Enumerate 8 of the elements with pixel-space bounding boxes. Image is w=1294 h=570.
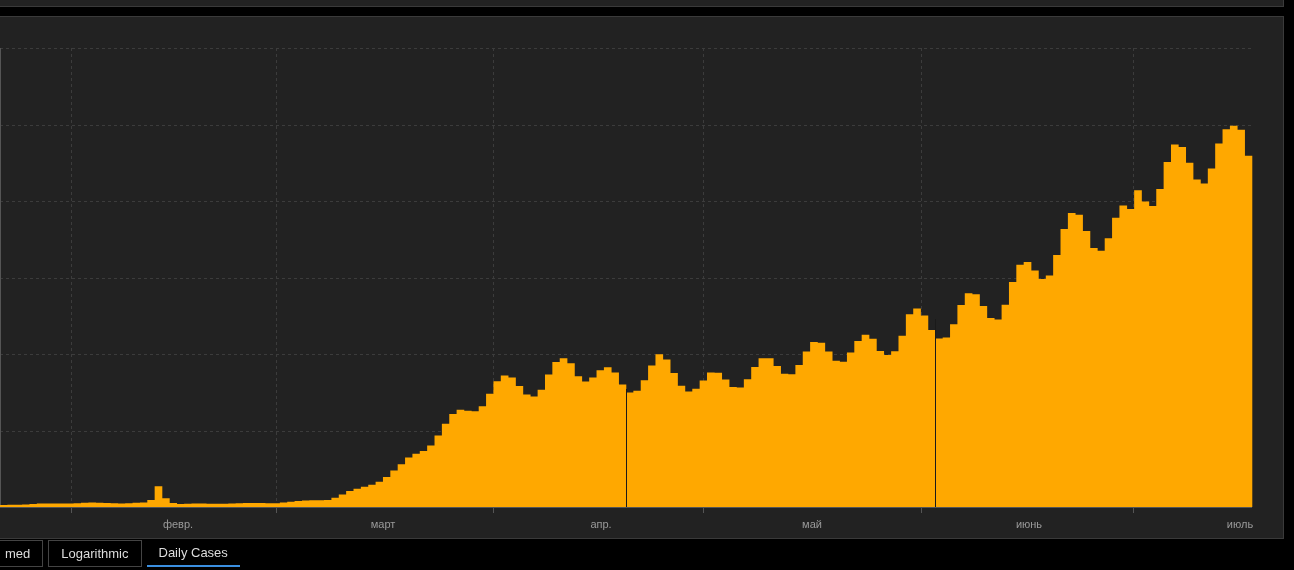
- axis-label: апр.: [590, 517, 612, 532]
- axis-label: июль: [1226, 517, 1254, 532]
- axis-label: март: [370, 517, 396, 532]
- axis-label: май: [802, 517, 822, 532]
- tab[interactable]: med: [0, 540, 44, 567]
- axis-label: февр.: [162, 517, 194, 532]
- tab[interactable]: Logarithmic: [48, 540, 142, 567]
- axis-label: июнь: [1015, 517, 1043, 532]
